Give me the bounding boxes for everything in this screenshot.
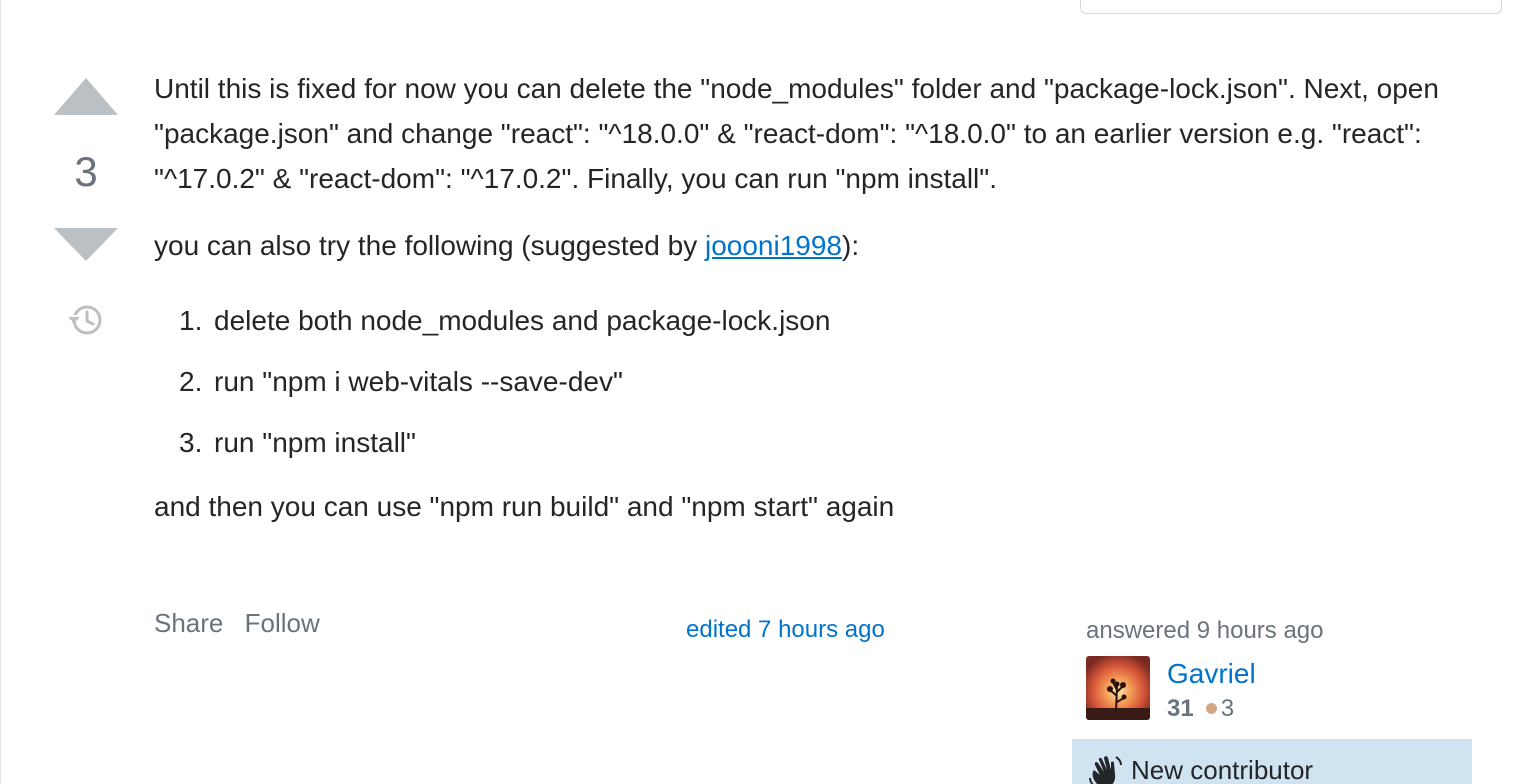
steps-list: 1. delete both node_modules and package-l… (154, 301, 1474, 463)
previous-card-edge (1080, 0, 1502, 14)
list-item-number: 3. (179, 427, 203, 458)
paragraph-text: you can also try the following (suggeste… (154, 230, 705, 261)
list-item: 3. run "npm install" (179, 423, 1474, 463)
post-actions: Share Follow (154, 608, 334, 639)
edited-link[interactable]: edited 7 hours ago (686, 616, 885, 644)
downvote-button[interactable] (54, 228, 118, 261)
history-icon[interactable] (66, 300, 106, 340)
new-contributor-label: New contributor (1131, 755, 1314, 784)
bronze-badge-icon (1205, 703, 1217, 714)
upvote-button[interactable] (54, 78, 118, 115)
answer-body: Until this is fixed for now you can dele… (154, 66, 1474, 529)
list-item-number: 2. (179, 366, 203, 397)
avatar[interactable] (1086, 656, 1150, 720)
username-link[interactable]: Gavriel (1167, 656, 1256, 692)
share-link[interactable]: Share (154, 608, 223, 638)
reputation: 31 3 (1167, 694, 1234, 724)
answered-time: answered 9 hours ago (1086, 617, 1324, 644)
answer-paragraph: and then you can use "npm run build" and… (154, 491, 895, 522)
answer-paragraph: Until this is fixed for now you can dele… (154, 73, 1439, 194)
user-mention-link[interactable]: joooni1998 (705, 230, 842, 261)
answer-page: 3 Until this is fixed for now you can de… (0, 0, 1518, 784)
vote-count: 3 (74, 148, 98, 195)
list-item: 1. delete both node_modules and package-l… (179, 301, 1474, 341)
list-item-text: run "npm install" (214, 427, 416, 458)
bronze-badge-count: 3 (1220, 695, 1235, 722)
list-item-text: delete both node_modules and package-loc… (214, 305, 831, 336)
answer-paragraph: you can also try the following (suggeste… (154, 223, 1474, 268)
paragraph-text: ): (842, 230, 860, 261)
user-card: answered 9 hours ago Gavriel 31 3 (1086, 616, 1486, 722)
list-item: 2. run "npm i web-vitals --save-dev" (179, 362, 1474, 402)
wave-hand-icon (1086, 751, 1126, 784)
reputation-score: 31 (1167, 695, 1194, 722)
follow-link[interactable]: Follow (245, 608, 320, 638)
list-item-number: 1. (179, 305, 203, 336)
new-contributor-banner: New contributor (1072, 739, 1472, 784)
list-item-text: run "npm i web-vitals --save-dev" (214, 366, 623, 397)
